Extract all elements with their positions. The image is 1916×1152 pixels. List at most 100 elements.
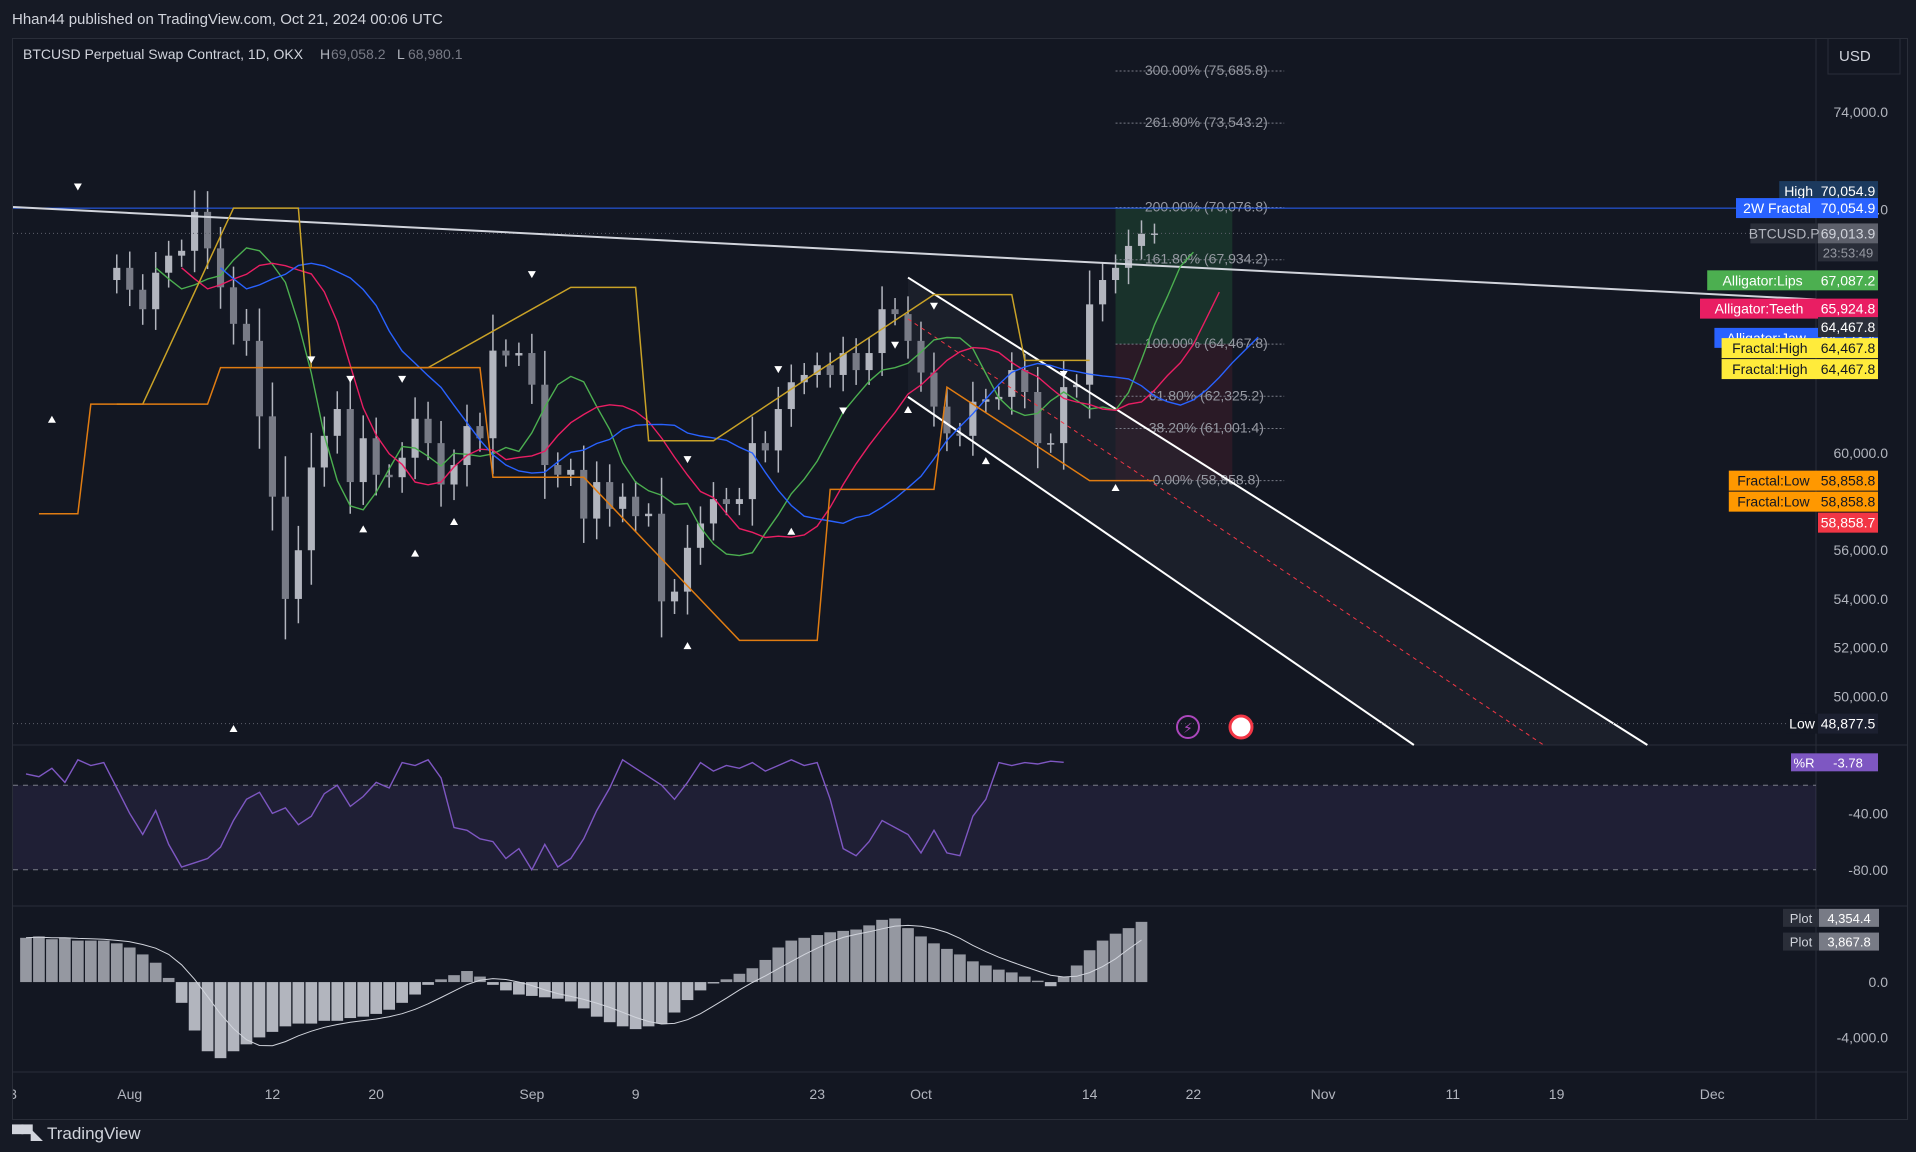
osc-bar — [383, 982, 396, 1010]
candle — [113, 254, 121, 294]
candle-body — [632, 496, 640, 517]
candle-body — [385, 474, 393, 478]
fractal-up-marker — [450, 518, 459, 526]
low-badge: 48,877.5 Low — [1786, 713, 1878, 734]
candle-body — [865, 353, 873, 371]
candle-body — [891, 309, 899, 315]
x-tick-label: 20 — [368, 1086, 384, 1102]
osc-bar — [136, 954, 149, 983]
price-badge-text: 64,467.8 — [1821, 340, 1876, 356]
lips-badge: 67,087.2 Alligator:Lips — [1707, 270, 1878, 291]
osc-name-text: Plot — [1790, 911, 1813, 926]
events-icons[interactable]: ⚡ — [1176, 714, 1254, 740]
candle-body — [969, 401, 977, 436]
osc-bar — [46, 939, 58, 983]
osc-bar — [1070, 965, 1083, 983]
oscillator-pane[interactable]: 0.0 -4,000.0 Plot 4,354.4 Plot 3,867.8 — [20, 908, 1888, 1059]
candle — [359, 415, 367, 505]
fractal-up-marker — [411, 549, 420, 557]
price-badge-text: 58,858.7 — [1821, 515, 1876, 531]
price-tick-label: 50,000.0 — [1834, 688, 1889, 704]
fractal-down-marker — [398, 375, 407, 383]
fractal-down-marker — [683, 456, 692, 464]
fractal-down-marker — [774, 366, 783, 374]
osc-bar — [1044, 982, 1057, 987]
fractal-2w-badge: 70,054.9 2W Fractal — [1736, 198, 1878, 219]
candle — [696, 506, 705, 565]
teeth-badge: 65,924.8 Alligator:Teeth — [1700, 298, 1878, 319]
candle-body — [242, 323, 251, 341]
osc-bar — [928, 943, 940, 983]
candle-body — [191, 211, 199, 251]
osc-bar — [396, 982, 408, 1003]
fractal-down-marker — [73, 183, 82, 191]
candle — [657, 477, 666, 638]
candle — [320, 416, 328, 487]
candle-body — [502, 350, 510, 356]
candle-body — [541, 384, 549, 466]
x-tick-label: 22 — [1186, 1086, 1202, 1102]
osc-bar — [616, 982, 629, 1027]
osc-bar — [20, 937, 32, 983]
osc-bar — [84, 940, 97, 983]
osc-bar — [590, 982, 603, 1017]
candle-body — [489, 350, 497, 439]
price-badge-text: 64,467.8 — [1821, 319, 1876, 335]
osc-bar — [1083, 950, 1096, 983]
candle — [839, 336, 847, 392]
osc-bar — [1122, 928, 1135, 983]
candle-body — [761, 443, 769, 451]
candle-body — [787, 382, 795, 410]
osc-bar — [889, 918, 901, 983]
chart-svg[interactable]: 300.00% (75,685.8)261.80% (73,543.2)200.… — [9, 37, 1907, 1119]
osc-bar — [603, 982, 616, 1023]
willr-tick-label: -40.00 — [1848, 805, 1888, 821]
osc-bar — [629, 982, 642, 1030]
osc-bar — [110, 943, 123, 983]
footer-bar — [0, 1120, 1916, 1152]
candle-body — [709, 499, 718, 524]
osc-bar — [863, 925, 875, 983]
fib-green-zone — [1115, 207, 1233, 345]
osc-bar — [941, 948, 953, 983]
williams-r-pane[interactable]: -40.00 -80.00 %R -3.78 — [13, 753, 1888, 878]
candle — [152, 252, 160, 330]
candle — [268, 382, 276, 531]
fib-level-label: 300.00% (75,685.8) — [1145, 62, 1268, 78]
osc-bar — [772, 947, 785, 983]
candle — [463, 404, 471, 487]
osc-bar — [240, 982, 253, 1045]
fractal-down-marker — [839, 407, 848, 415]
candle-body — [294, 550, 302, 599]
us-flag-icon[interactable] — [1228, 714, 1254, 740]
osc-bar — [992, 969, 1005, 983]
candle-body — [930, 372, 938, 407]
candle — [333, 391, 341, 454]
currency-label[interactable]: USD — [1839, 48, 1871, 65]
candle-body — [1047, 443, 1055, 445]
chart-area[interactable]: 300.00% (75,685.8) 261.80% (73,543.2) 200.… — [9, 37, 1908, 1120]
willr-value-text: -3.78 — [1833, 755, 1863, 770]
osc-bar — [850, 929, 862, 983]
x-tick-label: Sep — [519, 1086, 544, 1102]
osc-bar — [188, 982, 201, 1031]
candle-body — [113, 267, 121, 281]
candle-body — [645, 513, 653, 517]
candle — [670, 578, 679, 615]
x-tick-label: 3 — [13, 1086, 17, 1102]
candle-body — [126, 267, 134, 290]
legend-low-value: 68,980.1 — [408, 46, 463, 62]
candle-body — [139, 289, 147, 310]
fractal-up-marker — [904, 406, 913, 414]
price-badge-name-text: Fractal:Low — [1737, 494, 1810, 510]
osc-bar — [33, 936, 45, 983]
fib-level-label: 100.00% (64,467.8) — [1145, 335, 1268, 351]
tradingview-brand[interactable]: ▀▀◣ TradingView — [12, 1124, 141, 1144]
candle-body — [1034, 392, 1042, 444]
candle — [294, 525, 302, 624]
price-badge-text: 65,924.8 — [1821, 301, 1876, 317]
x-tick-label: Dec — [1700, 1086, 1725, 1102]
candle — [528, 333, 536, 404]
osc-bar — [577, 982, 590, 1009]
candle-body — [268, 416, 276, 497]
